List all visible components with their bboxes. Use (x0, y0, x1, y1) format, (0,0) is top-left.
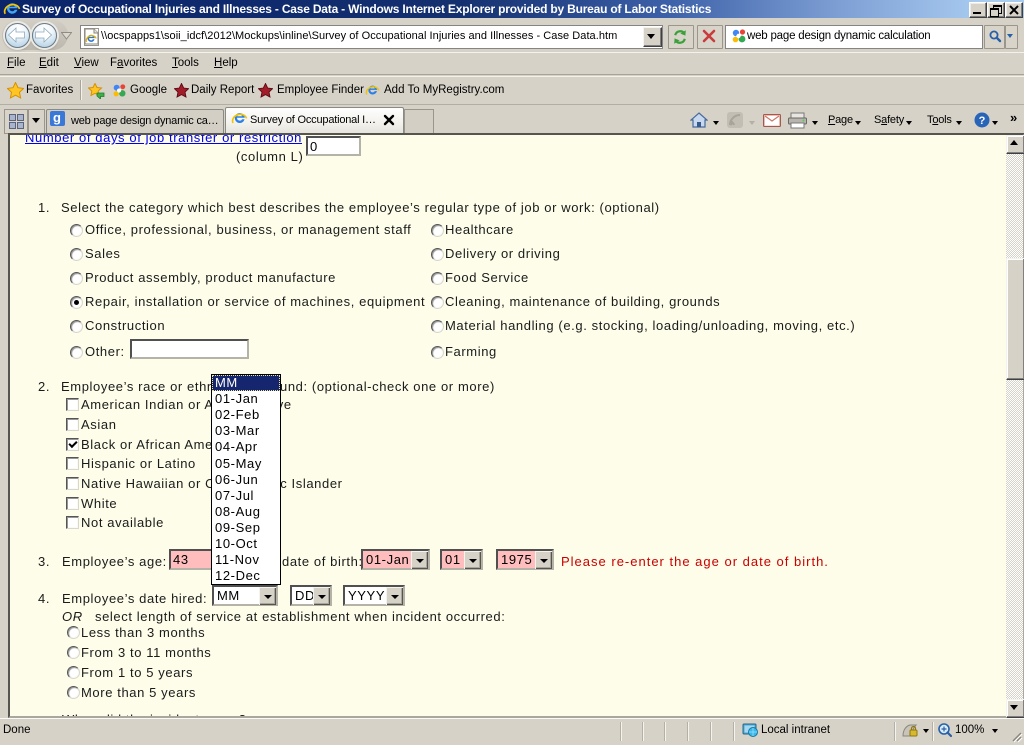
svg-text:?: ? (979, 115, 986, 127)
